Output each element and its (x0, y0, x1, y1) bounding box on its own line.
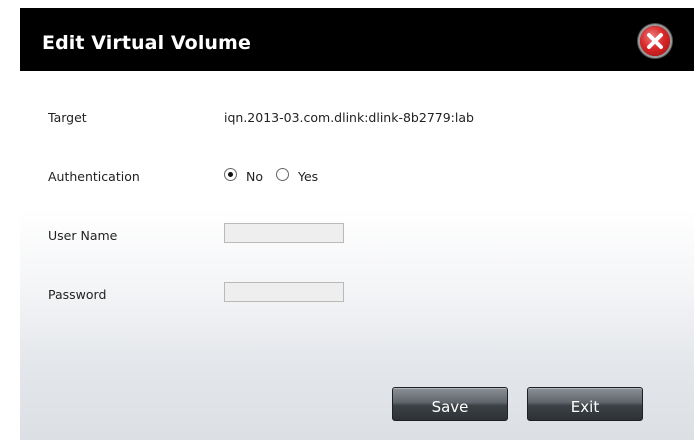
save-button[interactable]: Save (392, 387, 508, 421)
auth-yes-label: Yes (298, 169, 319, 184)
authentication-label: Authentication (48, 169, 140, 184)
exit-button[interactable]: Exit (527, 387, 643, 421)
auth-no-label: No (246, 169, 263, 184)
password-input[interactable] (224, 282, 344, 302)
auth-no-radio[interactable] (224, 168, 237, 181)
close-icon[interactable] (640, 26, 670, 56)
target-label: Target (48, 110, 87, 125)
target-value: iqn.2013-03.com.dlink:dlink-8b2779:lab (224, 110, 474, 125)
auth-yes-radio[interactable] (276, 168, 289, 181)
dialog-title: Edit Virtual Volume (42, 32, 251, 54)
username-label: User Name (48, 228, 118, 243)
username-input[interactable] (224, 223, 344, 243)
close-x-glyph (647, 33, 663, 49)
edit-virtual-volume-dialog: Edit Virtual Volume Target iqn.2013-03.c… (20, 8, 694, 440)
password-label: Password (48, 287, 107, 302)
dialog-titlebar: Edit Virtual Volume (20, 8, 694, 71)
